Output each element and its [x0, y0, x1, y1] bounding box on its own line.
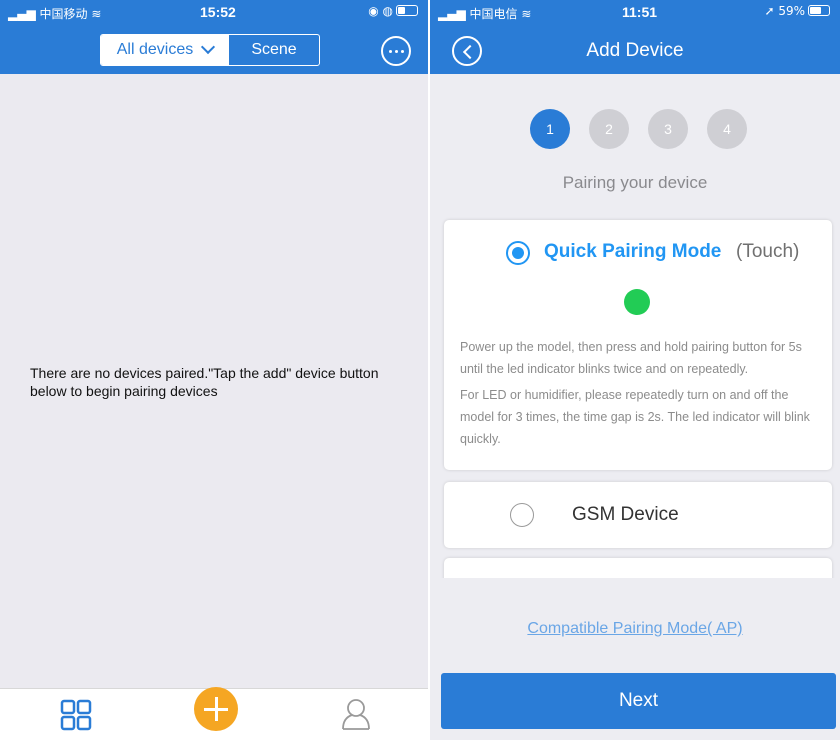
add-device-screen: ▂▄▆ 中国电信 ≋ 11:51 ➚ 59% Add Device 1 2 3 … — [430, 0, 840, 740]
more-options-button[interactable] — [381, 36, 411, 66]
scene-tab[interactable]: Scene — [229, 35, 319, 65]
compatible-pairing-link[interactable]: Compatible Pairing Mode( AP) — [430, 620, 840, 638]
page-title: Add Device — [586, 40, 684, 61]
step-2: 2 — [589, 109, 629, 149]
status-time: 11:51 — [622, 4, 658, 20]
user-icon[interactable] — [340, 697, 372, 731]
add-device-button[interactable] — [194, 687, 238, 731]
next-button[interactable]: Next — [441, 673, 836, 729]
status-time: 15:52 — [200, 4, 236, 20]
battery-percent: 59% — [778, 4, 805, 18]
top-bar: ▂▄▆ 中国电信 ≋ 11:51 ➚ 59% Add Device — [430, 0, 840, 74]
quick-pairing-label: Quick Pairing Mode — [544, 241, 722, 262]
gsm-device-option[interactable]: GSM Device — [444, 482, 832, 548]
all-devices-tab[interactable]: All devices — [101, 35, 229, 65]
pairing-title: Pairing your device — [562, 173, 708, 192]
bottom-tab-bar — [0, 687, 428, 740]
wifi-icon: ≋ — [91, 7, 102, 21]
battery-icon — [396, 5, 418, 16]
step-4: 4 — [707, 109, 747, 149]
grid-icon[interactable] — [60, 699, 92, 731]
quick-pairing-radio[interactable] — [506, 241, 530, 265]
step-1: 1 — [530, 109, 570, 149]
status-icons: ◉ ◍ — [368, 4, 418, 18]
gsm-device-label: GSM Device — [572, 504, 679, 525]
carrier-label: ▂▄▆ 中国移动 ≋ — [8, 7, 102, 21]
quick-pairing-option[interactable]: Quick Pairing Mode (Touch) Power up the … — [444, 220, 832, 470]
step-3: 3 — [648, 109, 688, 149]
gsm-device-radio[interactable] — [510, 503, 534, 527]
quick-pairing-sub: (Touch) — [736, 241, 800, 262]
led-humidifier-instructions: For LED or humidifier, please repeatedly… — [460, 388, 810, 446]
top-bar: ▂▄▆ 中国移动 ≋ 15:52 ◉ ◍ All devices Scene — [0, 0, 428, 74]
chevron-down-icon — [201, 39, 216, 55]
step-indicator: 1 2 3 4 — [530, 109, 747, 149]
empty-state-message: There are no devices paired."Tap the add… — [30, 365, 379, 399]
led-indicator-icon — [624, 289, 650, 315]
wifi-icon: ≋ — [521, 7, 532, 21]
location-arrow-icon: ➚ — [764, 4, 775, 18]
status-icons: ➚ 59% — [764, 4, 830, 18]
alarm-icon: ◉ ◍ — [368, 4, 393, 18]
status-bar: ▂▄▆ 中国电信 ≋ 11:51 ➚ 59% — [430, 0, 840, 24]
carrier-label: ▂▄▆ 中国电信 ≋ — [438, 7, 532, 21]
quick-pairing-instructions: Power up the model, then press and hold … — [460, 340, 802, 376]
status-bar: ▂▄▆ 中国移动 ≋ 15:52 ◉ ◍ — [0, 0, 428, 24]
battery-icon — [808, 5, 830, 16]
device-scene-toggle: All devices Scene — [100, 34, 320, 66]
device-list-screen: ▂▄▆ 中国移动 ≋ 15:52 ◉ ◍ All devices Scene T… — [0, 0, 428, 740]
